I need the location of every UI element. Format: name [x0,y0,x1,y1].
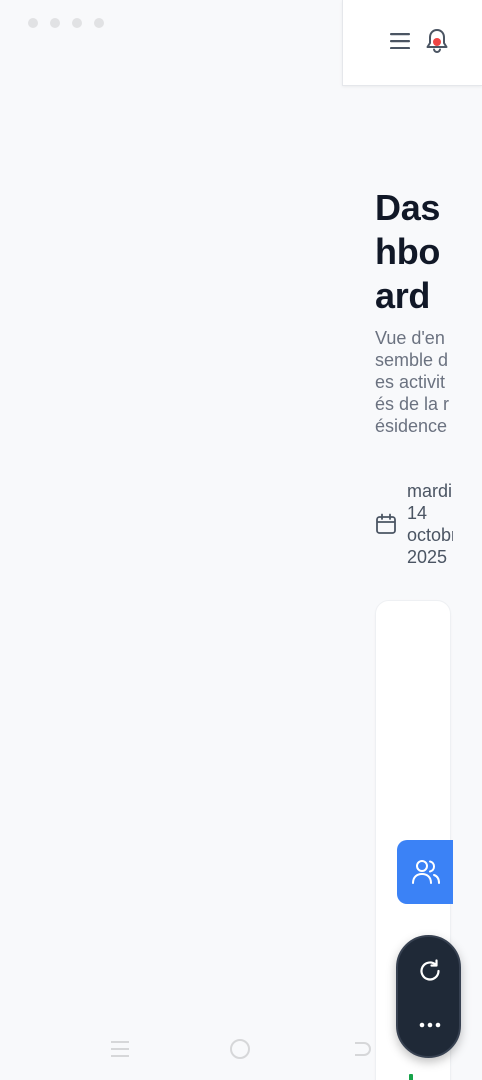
trend-indicator [409,1074,413,1080]
more-horizontal-icon [419,1022,441,1028]
refresh-button[interactable] [416,957,444,985]
notification-dot [433,38,441,46]
page-title: Dashboard [375,187,441,316]
menu-button[interactable] [389,30,411,52]
notifications-button[interactable] [424,28,450,54]
home-icon[interactable] [230,1039,250,1059]
users-stat-icon-tile [397,840,453,904]
recent-apps-icon[interactable] [110,1040,130,1058]
top-header [342,0,482,86]
app-screen: Dashboard Vue d'ensemble des activités d… [0,0,482,1080]
bell-icon [426,29,448,54]
users-icon [412,860,440,884]
system-navigation-bar [0,1030,482,1070]
refresh-icon [420,959,440,981]
back-icon[interactable] [352,1040,372,1058]
date-label: mardi 14 octobre 2025 [407,481,453,567]
calendar-icon [376,513,396,534]
current-date: mardi 14 octobre 2025 [375,480,455,570]
hamburger-menu-icon [390,33,410,49]
page-subtitle: Vue d'ensemble des activités de la résid… [375,328,450,436]
